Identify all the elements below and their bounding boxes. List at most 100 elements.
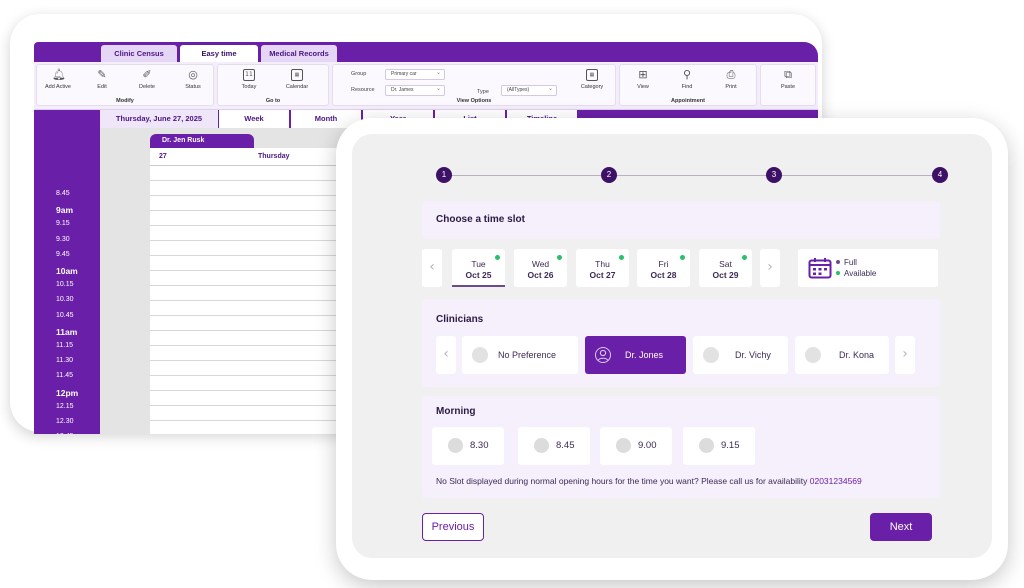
day-of-week: Wed (531, 259, 550, 269)
view-options-title: View Options (456, 98, 492, 104)
avatar (595, 347, 611, 363)
clinician-name: No Preference (498, 350, 557, 360)
modify-group: 🔔︎ Add Active ✎ Edit ✐ Delete ◎ Status M… (36, 64, 214, 106)
selected-indicator (452, 285, 505, 287)
status-button[interactable]: ◎ Status (176, 68, 210, 91)
time-label: 10.15 (56, 281, 74, 289)
status-icon: ◎ (188, 68, 198, 81)
calendar-button[interactable]: ▦ Calendar (280, 69, 314, 90)
day-of-week: Thu (595, 259, 610, 269)
clock-icon (534, 438, 549, 453)
time-slot-0915[interactable]: 9.15 (683, 427, 755, 465)
dates-next-arrow[interactable]: › (760, 249, 780, 287)
time-slot-0900[interactable]: 9.00 (600, 427, 672, 465)
clinician-name: Dr. Vichy (735, 350, 771, 360)
clinician-dr-kona[interactable]: Dr. Kona (795, 336, 889, 374)
category-label: Category (580, 84, 604, 90)
previous-button[interactable]: Previous (422, 513, 484, 541)
today-button[interactable]: 11 Today (232, 69, 266, 90)
slot-time: 8.45 (556, 440, 575, 451)
tab-medical-records[interactable]: Medical Records (261, 45, 337, 62)
legend-full: Full (836, 258, 857, 267)
foreground-tablet: 1 2 3 4 Choose a time slot ‹ Tue Oct 25 … (336, 118, 1008, 580)
time-label: 9.15 (56, 220, 70, 228)
clipboard-group: ⧉ Paste (760, 64, 816, 106)
time-label: 10.30 (56, 296, 74, 304)
clinician-dr-vichy[interactable]: Dr. Vichy (693, 336, 788, 374)
find-label: Find (681, 84, 693, 90)
day-number: 27 (159, 153, 167, 160)
day-date: Oct 27 (589, 270, 616, 280)
goto-group: 11 Today ▦ Calendar Go to (217, 64, 329, 106)
time-label: 11am (56, 326, 78, 337)
time-label: 11.45 (56, 372, 73, 380)
time-label: 10.45 (56, 311, 74, 319)
time-label: 12.30 (56, 418, 74, 425)
time-column: 8.45 9am 9.15 9.30 9.45 10am 10.15 10.30 10.45 11… (34, 128, 100, 434)
clinicians-next-arrow[interactable]: › (895, 336, 915, 374)
paste-button[interactable]: ⧉ Paste (771, 69, 805, 91)
add-active-button[interactable]: 🔔︎ Add Active (41, 69, 75, 91)
day-card-tue[interactable]: Tue Oct 25 (452, 249, 505, 287)
dates-prev-arrow[interactable]: ‹ (422, 249, 442, 287)
time-label: 12.15 (56, 402, 74, 410)
pencil-delete-icon: ✐ (142, 68, 152, 81)
resource-header[interactable]: Dr. Jen Rusk (150, 134, 254, 148)
clinician-dr-jones[interactable]: Dr. Jones (585, 336, 686, 374)
clock-icon (699, 438, 714, 453)
grid-view-icon: ⊞ (638, 68, 648, 81)
delete-button[interactable]: ✐ Delete (130, 68, 164, 91)
search-icon: ⚲ (682, 68, 692, 81)
group-label: Group (351, 71, 367, 77)
time-label: 9.45 (56, 250, 70, 258)
view-label: View (637, 84, 649, 90)
print-button[interactable]: ⎙ Print (714, 68, 748, 91)
type-label: Type (477, 89, 489, 95)
day-card-sat[interactable]: Sat Oct 29 (699, 249, 752, 287)
calendar-label: Calendar (285, 84, 309, 90)
time-label: 8.45 (56, 190, 70, 197)
tab-easy-time[interactable]: Easy time (180, 45, 258, 62)
day-card-fri[interactable]: Fri Oct 28 (637, 249, 690, 287)
add-active-label: Add Active (45, 84, 71, 90)
slot-time: 8.30 (470, 440, 489, 451)
day-card-thu[interactable]: Thu Oct 27 (576, 249, 629, 287)
clinician-no-preference[interactable]: No Preference (462, 336, 578, 374)
chevron-left-icon: ‹ (443, 346, 449, 362)
resource-select[interactable]: Dr. James (385, 84, 445, 96)
legend-full-label: Full (844, 258, 857, 267)
step-1: 1 (436, 167, 452, 183)
day-date: Oct 26 (527, 270, 554, 280)
step-3: 3 (766, 167, 782, 183)
day-date: Oct 25 (465, 270, 492, 280)
slot-time: 9.00 (638, 440, 657, 451)
delete-label: Delete (139, 84, 155, 90)
appointment-group-title: Appointment (671, 98, 705, 104)
day-card-wed[interactable]: Wed Oct 26 (514, 249, 567, 287)
group-select[interactable]: Primary car (385, 68, 445, 80)
next-button[interactable]: Next (870, 513, 932, 541)
view-button[interactable]: ⊞ View (626, 68, 660, 91)
phone-link[interactable]: 02031234569 (810, 476, 862, 486)
find-button[interactable]: ⚲ Find (670, 68, 704, 91)
category-button[interactable]: ▦ Category (575, 69, 609, 90)
legend-available: Available (836, 269, 876, 278)
edit-button[interactable]: ✎ Edit (85, 68, 119, 91)
step-2: 2 (601, 167, 617, 183)
clinicians-panel: Clinicians ‹ No Preference Dr. Jones Dr.… (422, 299, 940, 387)
paste-label: Paste (780, 84, 796, 90)
clinicians-prev-arrow[interactable]: ‹ (436, 336, 456, 374)
time-slot-0830[interactable]: 8.30 (432, 427, 504, 465)
time-label: 11.30 (56, 357, 73, 365)
time-slot-0845[interactable]: 8.45 (518, 427, 590, 465)
pencil-icon: ✎ (97, 68, 107, 81)
type-select[interactable]: (AllTypes) (501, 84, 557, 96)
ribbon-toolbar: 🔔︎ Add Active ✎ Edit ✐ Delete ◎ Status M… (34, 62, 818, 110)
view-week-button[interactable]: Week (219, 110, 289, 128)
avatar (472, 347, 488, 363)
tab-clinic-census[interactable]: Clinic Census (101, 45, 177, 62)
printer-icon: ⎙ (726, 68, 736, 81)
edit-label: Edit (97, 84, 107, 90)
time-label: 9am (56, 205, 74, 216)
status-label: Status (185, 84, 201, 90)
